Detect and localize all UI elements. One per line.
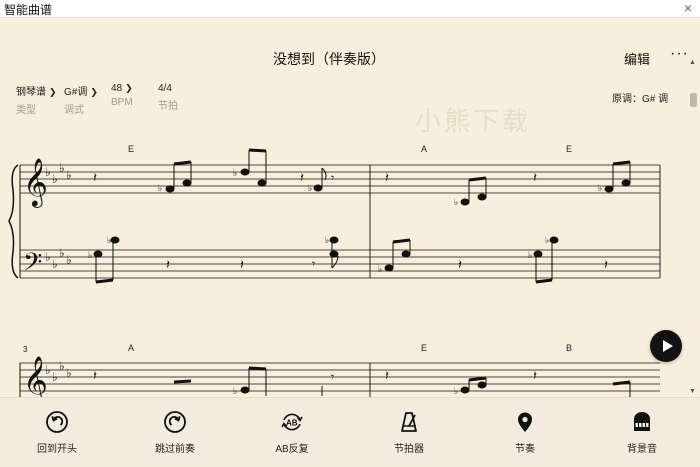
sheet-music: 𝄞 𝄢 ♭ ♭♭ ♭ ♭ ♭♭ ♭ E A E 𝄽 ♭ ♭ 𝄽 ♭ 𝄾 𝄽 ♭ … [8,144,661,397]
ab-repeat-button[interactable]: AB AB反复 [252,410,332,455]
skip-intro-label: 跳过前奏 [155,444,195,455]
svg-text:♭: ♭ [308,183,312,193]
measure-number: 3 [23,345,28,354]
background-sound-button[interactable]: 背景音 [602,410,682,455]
key-signature: ♭ ♭♭ ♭ ♭ ♭♭ ♭ [45,161,72,271]
svg-text:𝄾: 𝄾 [312,257,315,271]
svg-text:♭: ♭ [233,168,237,178]
svg-text:♭: ♭ [325,235,329,245]
svg-text:𝄽: 𝄽 [300,170,304,185]
bass-staff-1 [20,249,660,279]
svg-text:♭: ♭ [66,253,72,267]
svg-text:♭: ♭ [598,183,602,193]
chord-symbol: A [421,144,427,154]
svg-text:𝄽: 𝄽 [533,170,537,185]
background-sound-label: 背景音 [627,444,657,455]
svg-text:♭: ♭ [66,366,72,380]
svg-text:♭: ♭ [52,172,58,186]
title-bar: 智能曲谱 × [0,0,700,18]
chord-symbol: E [128,144,134,154]
svg-text:♭: ♭ [59,161,65,175]
svg-text:𝄽: 𝄽 [385,170,389,185]
svg-text:♭: ♭ [528,250,532,260]
treble-notes-row2: 𝄽 ♭ 𝄾 𝄽 ♭ 𝄽 [93,366,631,397]
ab-repeat-label: AB反复 [275,444,309,455]
svg-text:♭: ♭ [88,250,92,260]
svg-text:AB: AB [286,419,298,428]
svg-text:♭: ♭ [454,197,458,207]
svg-text:𝄾: 𝄾 [331,370,334,384]
svg-text:♭: ♭ [158,183,162,193]
treble-notes-row1: 𝄽 ♭ ♭ 𝄽 ♭ 𝄾 𝄽 ♭ 𝄽 ♭ [93,148,631,207]
svg-text:𝄽: 𝄽 [385,368,389,383]
svg-text:𝄾: 𝄾 [331,171,334,185]
svg-text:♭: ♭ [454,386,458,396]
bass-clef-icon: 𝄢 [23,248,42,283]
bottom-toolbar: 回到开头 跳过前奏 AB AB反复 节拍器 节奏 背景音 [0,397,700,467]
svg-text:♭: ♭ [66,168,72,182]
scroll-up-icon[interactable]: ▲ [689,59,696,66]
svg-text:𝄽: 𝄽 [458,257,462,272]
metronome-label: 节拍器 [394,444,424,455]
chord-symbol: E [566,144,572,154]
app-title: 智能曲谱 [4,3,53,17]
metronome-icon [401,412,417,432]
rhythm-label: 节奏 [515,444,535,455]
restart-label: 回到开头 [37,444,77,455]
grand-staff-brace [8,164,19,279]
svg-text:♭: ♭ [233,386,237,396]
svg-text:𝄽: 𝄽 [533,368,537,383]
svg-text:♭: ♭ [45,165,51,179]
chord-symbol: B [566,343,572,353]
chord-symbol: A [128,343,134,353]
chord-symbol: E [421,343,427,353]
ab-repeat-icon: AB [281,413,303,431]
svg-text:♭: ♭ [545,235,549,245]
piano-icon [634,412,650,431]
restart-icon [46,411,68,433]
svg-text:♭: ♭ [59,246,65,260]
svg-text:♭: ♭ [52,257,58,271]
scroll-down-icon[interactable]: ▼ [689,388,696,395]
rhythm-icon [518,412,532,432]
score-view: 小熊下载 没想到（伴奏版） 编辑 ··· 钢琴谱 ❯ 类型 G#调 ❯ 调式 48 ❯… [0,19,700,397]
close-button[interactable]: × [684,0,692,16]
svg-text:𝄽: 𝄽 [240,257,244,272]
svg-text:𝄽: 𝄽 [93,368,97,383]
svg-text:♭: ♭ [59,359,65,373]
svg-text:♭: ♭ [378,264,382,274]
treble-staff-2 [20,362,660,392]
play-icon [663,340,673,352]
svg-text:♭: ♭ [52,370,58,384]
bass-notes-row1: ♭ ♭ 𝄽 𝄽 𝄾 ♭ ♭ 𝄽 ♭ ♭ 𝄽 [88,235,608,284]
svg-text:♭: ♭ [45,363,51,377]
restart-button[interactable]: 回到开头 [17,410,97,455]
svg-text:𝄽: 𝄽 [166,257,170,272]
skip-intro-button[interactable]: 跳过前奏 [135,410,215,455]
svg-text:𝄽: 𝄽 [604,257,608,272]
vertical-scrollbar[interactable]: ▲ ▼ [689,59,698,395]
svg-text:𝄽: 𝄽 [93,171,97,186]
play-button[interactable] [650,330,682,362]
scrollbar-thumb[interactable] [690,93,697,107]
svg-text:♭: ♭ [45,250,51,264]
rhythm-button[interactable]: 节奏 [485,410,565,455]
metronome-button[interactable]: 节拍器 [369,410,449,455]
skip-intro-icon [164,411,186,433]
treble-staff-1 [20,164,660,194]
